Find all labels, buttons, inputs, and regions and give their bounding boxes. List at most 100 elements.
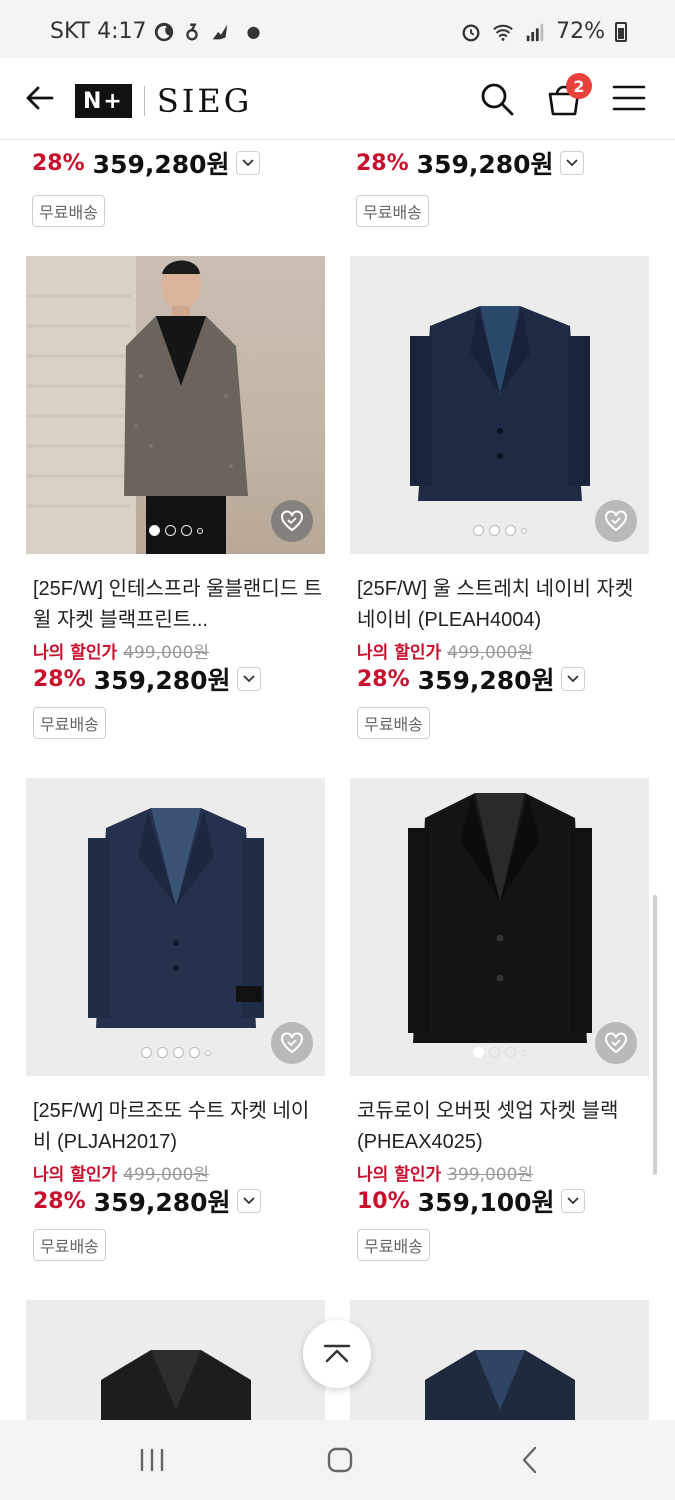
free-shipping-badge: 무료배송 <box>357 707 430 739</box>
price-detail-toggle[interactable] <box>559 151 584 175</box>
price-detail-toggle[interactable] <box>236 667 261 691</box>
free-shipping-badge: 무료배송 <box>32 195 105 227</box>
cart-count-badge: 2 <box>566 73 592 99</box>
carousel-dot[interactable] <box>488 1047 500 1058</box>
wishlist-button[interactable] <box>271 1022 313 1064</box>
carousel-dot[interactable] <box>488 525 500 536</box>
wishlist-button[interactable] <box>271 500 313 542</box>
sale-price: 359,100원 <box>417 1188 555 1217</box>
price-detail-toggle[interactable] <box>235 151 260 175</box>
price-row: 28% 359,280원 <box>357 661 649 697</box>
product-image[interactable] <box>26 778 325 1076</box>
product-title[interactable]: [25F/W] 울 스트레치 네이비 자켓 네이비 (PLEAH4004) <box>357 574 649 636</box>
chevron-down-icon <box>242 1197 255 1205</box>
sale-price: 359,280원 <box>93 1188 231 1217</box>
product-card-partial[interactable] <box>350 1300 649 1420</box>
discount-rate: 28% <box>32 150 85 176</box>
status-bar: SKT 4:17 ● 72% <box>0 0 675 58</box>
product-image[interactable] <box>350 778 649 1076</box>
product-title[interactable]: [25F/W] 인테스프라 울블랜디드 트윌 자켓 블랙프린트... <box>33 574 325 636</box>
notification-icon <box>185 23 198 40</box>
alarm-icon <box>462 23 480 41</box>
discount-rate: 28% <box>33 1188 86 1214</box>
chevron-down-icon <box>241 159 254 167</box>
original-price: 499,000원 <box>447 642 534 663</box>
logo-divider <box>143 86 145 116</box>
heart-icon <box>605 510 627 532</box>
original-price: 399,000원 <box>447 1164 534 1185</box>
carousel-dot[interactable] <box>148 525 160 536</box>
carousel-dot[interactable] <box>204 1049 211 1056</box>
sale-row: 나의 할인가 499,000원 <box>357 639 649 663</box>
product-card[interactable]: [25F/W] 인테스프라 울블랜디드 트윌 자켓 블랙프린트... 나의 할인… <box>26 256 325 739</box>
free-shipping-badge: 무료배송 <box>356 195 429 227</box>
chevron-down-icon <box>566 675 579 683</box>
product-title[interactable]: 코듀로이 오버핏 셋업 자켓 블랙 (PHEAX4025) <box>357 1096 649 1158</box>
carousel-dot[interactable] <box>520 527 527 534</box>
moon-icon <box>154 22 173 41</box>
sale-label: 나의 할인가 <box>357 642 442 663</box>
product-card[interactable]: [25F/W] 울 스트레치 네이비 자켓 네이비 (PLEAH4004) 나의… <box>350 256 649 739</box>
carousel-dot[interactable] <box>520 1049 527 1056</box>
heart-icon <box>281 510 303 532</box>
carousel-dot[interactable] <box>180 525 192 536</box>
carousel-dot[interactable] <box>504 1047 516 1058</box>
scrollbar[interactable] <box>653 895 657 1175</box>
scroll-to-top-button[interactable] <box>303 1320 371 1388</box>
wishlist-button[interactable] <box>595 500 637 542</box>
sale-label: 나의 할인가 <box>357 1164 442 1185</box>
search-icon[interactable] <box>478 80 516 118</box>
carousel-dot[interactable] <box>188 1047 200 1058</box>
price-row: 28% 359,280원 <box>33 1183 325 1219</box>
heart-icon <box>281 1032 303 1054</box>
price-detail-toggle[interactable] <box>560 667 585 691</box>
hamburger-menu-icon[interactable] <box>612 82 646 114</box>
price-row: 10% 359,100원 <box>357 1183 649 1219</box>
battery-icon <box>615 21 627 42</box>
sale-price: 359,280원 <box>92 150 230 179</box>
carousel-dot[interactable] <box>196 527 203 534</box>
home-button[interactable] <box>318 1440 362 1480</box>
recent-apps-button[interactable] <box>130 1440 174 1480</box>
product-card[interactable]: 코듀로이 오버핏 셋업 자켓 블랙 (PHEAX4025) 나의 할인가 399… <box>350 778 649 1261</box>
battery-percent: 72% <box>556 19 605 44</box>
discount-rate: 10% <box>357 1188 410 1214</box>
price-detail-toggle[interactable] <box>236 1189 261 1213</box>
partial-product-right[interactable]: 28% 359,280원 무료배송 <box>356 145 655 227</box>
partial-product-left[interactable]: 28% 359,280원 무료배송 <box>32 145 331 227</box>
wishlist-button[interactable] <box>595 1022 637 1064</box>
product-card-partial[interactable] <box>26 1300 325 1420</box>
carousel-dot[interactable] <box>504 525 516 536</box>
carousel-dot[interactable] <box>472 525 484 536</box>
product-card[interactable]: [25F/W] 마르조또 수트 자켓 네이비 (PLJAH2017) 나의 할인… <box>26 778 325 1261</box>
discount-rate: 28% <box>356 150 409 176</box>
sale-label: 나의 할인가 <box>33 642 118 663</box>
price-detail-toggle[interactable] <box>560 1189 585 1213</box>
carousel-dot[interactable] <box>472 1047 484 1058</box>
back-button[interactable] <box>508 1440 552 1480</box>
carousel-dot[interactable] <box>164 525 176 536</box>
product-image[interactable] <box>350 256 649 554</box>
carousel-dot[interactable] <box>140 1047 152 1058</box>
product-image[interactable] <box>26 256 325 554</box>
brand-logo[interactable]: N+ SIEG <box>75 82 252 120</box>
back-arrow-icon[interactable] <box>22 80 58 116</box>
carousel-dot[interactable] <box>172 1047 184 1058</box>
sale-price: 359,280원 <box>93 666 231 695</box>
carousel-dot[interactable] <box>156 1047 168 1058</box>
dot-icon: ● <box>246 22 261 41</box>
sale-row: 나의 할인가 399,000원 <box>357 1161 649 1185</box>
home-icon <box>327 1447 353 1473</box>
sale-price: 359,280원 <box>416 150 554 179</box>
recent-apps-icon <box>140 1448 164 1472</box>
price-row: 28% 359,280원 <box>32 145 331 181</box>
navy-jacket-image <box>425 1350 575 1420</box>
discount-rate: 28% <box>357 666 410 692</box>
free-shipping-badge: 무료배송 <box>33 1229 106 1261</box>
discount-rate: 28% <box>33 666 86 692</box>
chevron-up-icon <box>323 1344 351 1363</box>
price-row: 28% 359,280원 <box>33 661 325 697</box>
chevron-down-icon <box>242 675 255 683</box>
chevron-down-icon <box>565 159 578 167</box>
product-title[interactable]: [25F/W] 마르조또 수트 자켓 네이비 (PLJAH2017) <box>33 1096 325 1158</box>
